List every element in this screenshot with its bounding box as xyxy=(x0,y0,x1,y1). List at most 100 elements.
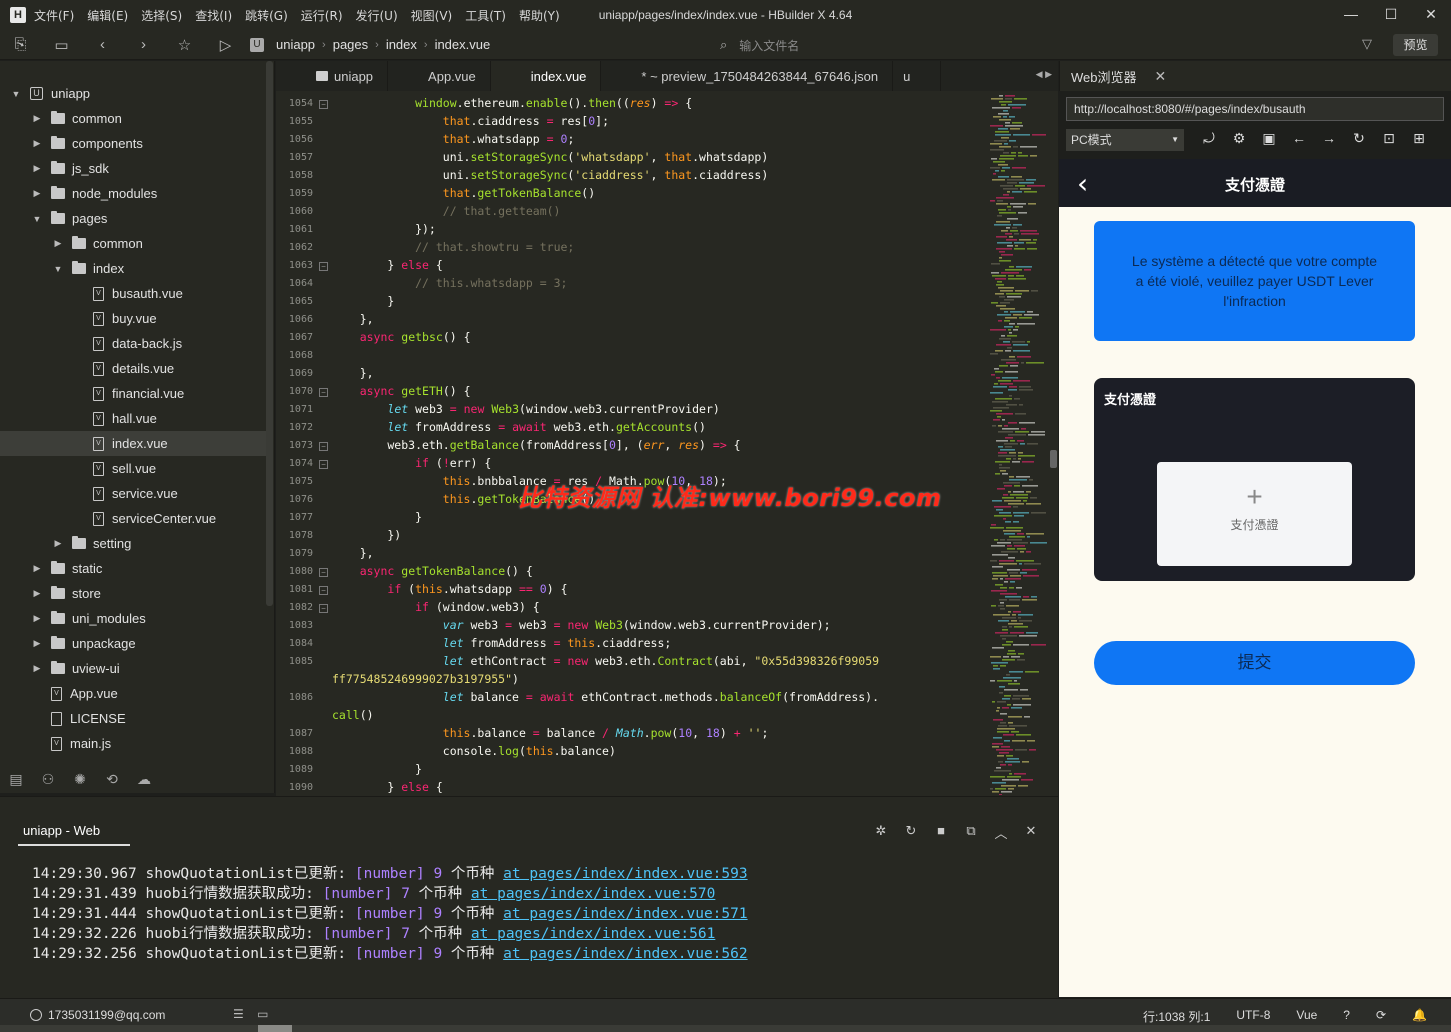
breadcrumb-item[interactable]: uniapp xyxy=(276,37,315,52)
back-icon[interactable]: ‹ xyxy=(82,36,123,53)
arrow-right-icon[interactable]: → xyxy=(1314,130,1344,147)
rotate-icon[interactable]: ⤾ xyxy=(1194,130,1224,147)
chevron-right-icon[interactable]: ▶ xyxy=(31,113,43,124)
code-line[interactable]: var web3 = web3 = new Web3(window.web3.c… xyxy=(332,618,831,632)
horizontal-scrollbar[interactable] xyxy=(0,1025,1451,1032)
tree-folder[interactable]: ▶ store xyxy=(0,581,266,606)
tree-file[interactable]: VserviceCenter.vue xyxy=(0,506,266,531)
list-icon[interactable]: ☰ xyxy=(233,1007,244,1021)
log-source-link[interactable]: at pages/index/index.vue:570 xyxy=(471,886,715,902)
debug-icon[interactable]: ✺ xyxy=(64,771,96,788)
code-line[interactable]: let ethContract = new web3.eth.Contract(… xyxy=(332,654,879,668)
code-line[interactable]: }); xyxy=(332,222,436,236)
editor-tab[interactable]: App.vue xyxy=(388,61,491,91)
editor-scrollbar[interactable] xyxy=(1050,450,1057,468)
minimize-icon[interactable]: — xyxy=(1331,0,1371,30)
code-line[interactable]: if (window.web3) { xyxy=(332,600,540,614)
chevron-right-icon[interactable]: ▶ xyxy=(31,588,43,599)
log-source-link[interactable]: at pages/index/index.vue:561 xyxy=(471,926,715,942)
chevron-right-icon[interactable]: ▶ xyxy=(52,238,64,249)
tree-file[interactable]: Vmain.js xyxy=(0,731,266,756)
tree-file[interactable]: Vservice.vue xyxy=(0,481,266,506)
tree-folder[interactable]: ▶ node_modules xyxy=(0,181,266,206)
tree-file[interactable]: Vhall.vue xyxy=(0,406,266,431)
code-line[interactable]: web3.eth.getBalance(fromAddress[0], (err… xyxy=(332,438,740,452)
code-editor[interactable]: 1054− window.ethereum.enable().then((res… xyxy=(276,91,1058,796)
plugins-icon[interactable]: ⚇ xyxy=(32,771,64,788)
menu-item[interactable]: 发行(U) xyxy=(356,7,398,24)
forward-icon[interactable]: › xyxy=(123,36,164,53)
fold-toggle-icon[interactable]: − xyxy=(319,604,328,613)
menu-item[interactable]: 工具(T) xyxy=(465,7,506,24)
editor-tab[interactable]: uniapp xyxy=(276,61,389,91)
sync-icon[interactable]: ⟳ xyxy=(1376,1008,1386,1025)
arrow-left-icon[interactable]: ← xyxy=(1284,130,1314,147)
refresh-icon[interactable]: ↻ xyxy=(1344,130,1374,147)
code-line[interactable]: window.ethereum.enable().then((res) => { xyxy=(332,96,692,110)
chevron-right-icon[interactable]: ▶ xyxy=(31,138,43,149)
code-line[interactable]: uni.setStorageSync('ciaddress', that.cia… xyxy=(332,168,769,182)
grid-icon[interactable]: ⊞ xyxy=(1404,130,1434,147)
code-line[interactable]: that.whatsdapp = 0; xyxy=(332,132,575,146)
restart-icon[interactable]: ↻ xyxy=(896,823,926,842)
source-control-icon[interactable]: ⟲ xyxy=(96,771,128,788)
tab-scroll-icon[interactable]: ◀ ▶ xyxy=(1036,69,1052,80)
code-line[interactable]: } xyxy=(332,762,422,776)
code-line[interactable]: console.log(this.balance) xyxy=(332,744,616,758)
code-line[interactable]: }, xyxy=(332,546,374,560)
menu-item[interactable]: 跳转(G) xyxy=(245,7,288,24)
code-line[interactable]: } xyxy=(332,294,394,308)
menu-item[interactable]: 视图(V) xyxy=(411,7,453,24)
clear-console-icon[interactable]: ✕ xyxy=(1016,823,1046,842)
console-tab[interactable]: uniapp - Web xyxy=(23,823,100,838)
tree-folder[interactable]: ▼ pages xyxy=(0,206,266,231)
chevron-down-icon[interactable]: ▼ xyxy=(10,89,22,99)
log-source-link[interactable]: at pages/index/index.vue:562 xyxy=(503,946,747,962)
tree-file[interactable]: Vdata-back.js xyxy=(0,331,266,356)
chevron-down-icon[interactable]: ▼ xyxy=(52,264,64,274)
code-line[interactable]: if (this.whatsdapp == 0) { xyxy=(332,582,567,596)
tree-file[interactable]: Vbusauth.vue xyxy=(0,281,266,306)
save-icon[interactable]: ▭ xyxy=(41,36,82,54)
code-line[interactable]: that.getTokenBalance() xyxy=(332,186,595,200)
terminal-icon[interactable]: ▭ xyxy=(257,1007,268,1021)
tree-folder[interactable]: ▶ uview-ui xyxy=(0,656,266,681)
code-line[interactable]: }, xyxy=(332,312,374,326)
upload-box[interactable]: + 支付憑證 xyxy=(1157,462,1352,566)
editor-tab[interactable]: index.vue xyxy=(490,61,602,91)
bell-icon[interactable]: 🔔 xyxy=(1412,1008,1427,1025)
fold-toggle-icon[interactable]: − xyxy=(319,262,328,271)
tree-file[interactable]: V App.vue xyxy=(0,681,266,706)
code-line[interactable]: async getETH() { xyxy=(332,384,471,398)
tree-file[interactable]: Vfinancial.vue xyxy=(0,381,266,406)
close-tab-icon[interactable]: ✕ xyxy=(1155,68,1167,85)
code-line[interactable]: } else { xyxy=(332,780,442,794)
editor-tab[interactable]: u xyxy=(893,61,942,91)
breadcrumb-item[interactable]: index xyxy=(386,37,417,52)
menu-item[interactable]: 文件(F) xyxy=(34,7,74,24)
fold-toggle-icon[interactable]: − xyxy=(319,388,328,397)
code-line[interactable]: }) xyxy=(332,528,401,542)
menu-item[interactable]: 查找(I) xyxy=(195,7,232,24)
sidebar-scrollbar[interactable] xyxy=(266,61,273,606)
tree-file[interactable]: Vindex.vue xyxy=(0,431,266,456)
code-line[interactable]: let fromAddress = this.ciaddress; xyxy=(332,636,672,650)
url-input[interactable]: http://localhost:8080/#/pages/index/busa… xyxy=(1066,97,1444,121)
code-line[interactable]: } xyxy=(332,510,422,524)
stop-icon[interactable]: ■ xyxy=(926,823,956,842)
web-browser-tab[interactable]: Web浏览器 ✕ xyxy=(1059,61,1451,91)
menu-item[interactable]: 编辑(E) xyxy=(87,7,128,24)
run-icon[interactable]: ▷ xyxy=(205,36,246,54)
code-line[interactable]: call() xyxy=(332,708,374,722)
tree-folder[interactable]: ▶ js_sdk xyxy=(0,156,266,181)
tree-file[interactable]: LICENSE xyxy=(0,706,266,731)
tree-folder[interactable]: ▶ unpackage xyxy=(0,631,266,656)
tree-folder[interactable]: ▶ uni_modules xyxy=(0,606,266,631)
fold-toggle-icon[interactable]: − xyxy=(319,442,328,451)
editor-tab[interactable]: * ~ preview_1750484263844_67646.json xyxy=(601,61,894,91)
lock-icon[interactable]: ⊡ xyxy=(1374,130,1404,147)
code-line[interactable]: ff775485246999027b3197955") xyxy=(332,672,519,686)
chevron-right-icon[interactable]: ▶ xyxy=(31,663,43,674)
scroll-thumb[interactable] xyxy=(258,1025,292,1032)
tree-folder[interactable]: ▶ components xyxy=(0,131,266,156)
